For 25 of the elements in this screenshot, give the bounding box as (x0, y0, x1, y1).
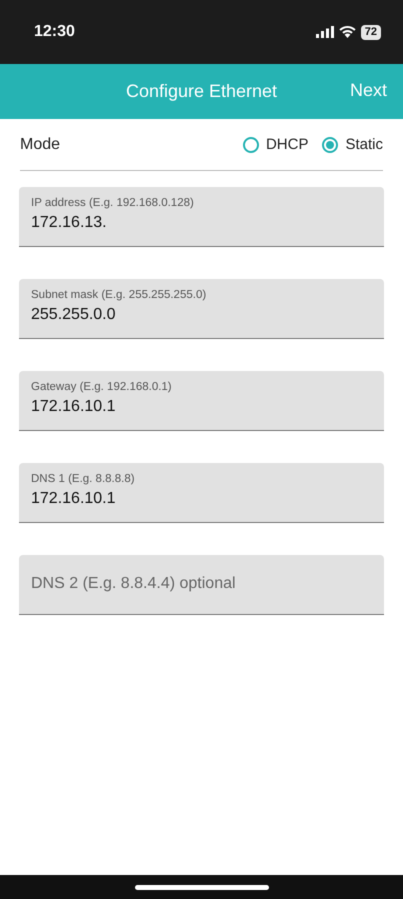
field-label: IP address (E.g. 192.168.0.128) (31, 197, 195, 209)
radio-button[interactable] (242, 136, 259, 152)
text-input[interactable]: 172.16.10.1 (31, 398, 372, 416)
radio-label[interactable]: DHCP (266, 136, 308, 153)
text-field[interactable]: IP address (E.g. 192.168.0.128) 172.16.13. (19, 187, 384, 247)
text-input[interactable]: 172.16.13. (31, 214, 372, 232)
text-field[interactable]: DNS 1 (E.g. 8.8.8.8) 172.16.10.1 (19, 463, 384, 523)
screen-title: Configure Ethernet (126, 81, 278, 102)
home-indicator[interactable] (134, 884, 268, 890)
wifi-icon (338, 26, 356, 38)
text-input[interactable]: 172.16.10.1 (31, 490, 372, 508)
text-field[interactable]: Subnet mask (E.g. 255.255.255.0) 255.255.0.0 (19, 279, 384, 339)
text-field[interactable]: Gateway (E.g. 192.168.0.1) 172.16.10.1 (19, 371, 384, 431)
field-label: DNS 1 (E.g. 8.8.8.8) (31, 473, 136, 485)
battery-level: 72 (360, 24, 381, 40)
field-label: Gateway (E.g. 192.168.0.1) (31, 381, 173, 393)
text-field[interactable]: DNS 2 (E.g. 8.8.4.4) optional (19, 555, 384, 615)
mode-label: Mode (20, 136, 62, 154)
field-label: Subnet mask (E.g. 255.255.255.0) (31, 289, 208, 301)
text-input[interactable]: DNS 2 (E.g. 8.8.4.4) optional (31, 575, 372, 593)
signal-icon (316, 26, 334, 38)
radio-label[interactable]: Static (345, 136, 383, 153)
text-input[interactable]: 255.255.0.0 (31, 306, 372, 324)
status-time: 12:30 (34, 23, 76, 41)
radio-button[interactable] (322, 136, 338, 152)
